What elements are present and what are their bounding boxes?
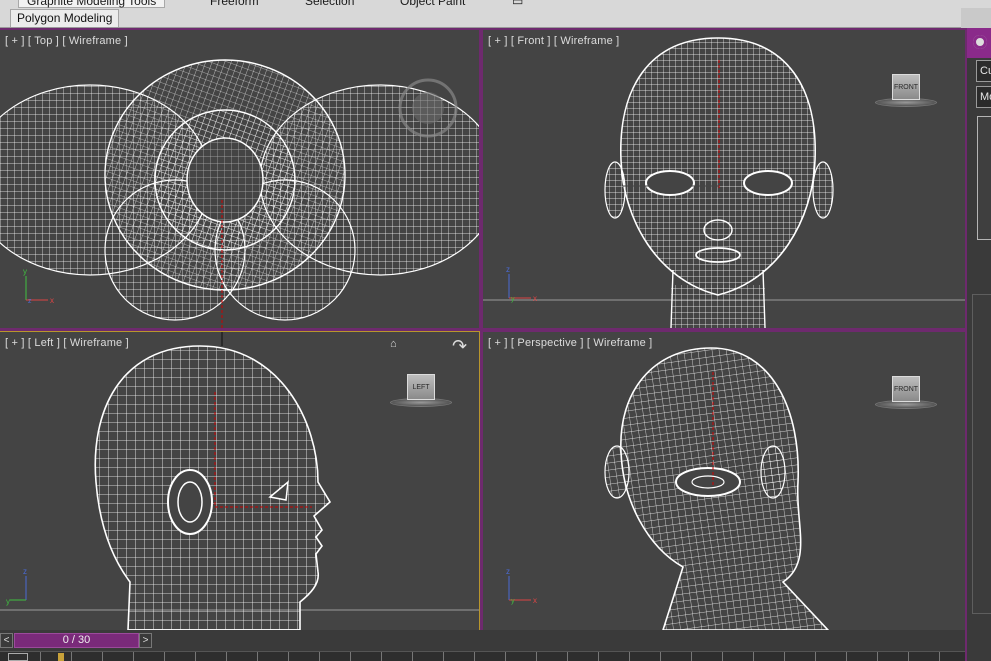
viewport-layout: [ + ] [ Top ] [ Wireframe ] y x z [+] … (0, 28, 965, 631)
parameters-rollout[interactable] (972, 294, 991, 614)
viewport-perspective-label[interactable]: [ + ] [ Perspective ] [ Wireframe ] (488, 337, 652, 349)
svg-text:y: y (23, 268, 27, 276)
track-bar-ticks (40, 652, 965, 661)
svg-text:z: z (506, 266, 510, 274)
axis-tripod-left: z y (6, 568, 27, 606)
viewcube-face[interactable]: FRONT (892, 74, 920, 100)
curve-editor-icon[interactable] (8, 653, 28, 661)
viewcube-face[interactable]: LEFT (407, 374, 435, 400)
tab-graphite-modeling-tools[interactable]: Graphite Modeling Tools (18, 0, 166, 8)
viewcube-face[interactable]: FRONT (892, 376, 920, 402)
home-icon[interactable]: ⌂ (390, 338, 397, 350)
svg-text:z: z (23, 568, 27, 576)
viewport-top[interactable]: [ + ] [ Top ] [ Wireframe ] y x z (0, 30, 479, 328)
time-slider-bar: < 0 / 30 > (0, 630, 965, 651)
command-panel: Cu Mo (965, 28, 991, 661)
gear-icon[interactable] (973, 35, 987, 49)
svg-text:y: y (511, 296, 515, 303)
time-slider[interactable]: 0 / 30 (14, 633, 139, 648)
axis-tripod-perspective: z x y (506, 568, 537, 605)
svg-text:y: y (6, 597, 10, 606)
viewport-perspective[interactable]: [ + ] [ Perspective ] [ Wireframe ] FRON… (483, 332, 965, 630)
viewport-left[interactable]: [ + ] [ Left ] [ Wireframe ] ⌂ ↷ LEFT z … (0, 331, 480, 631)
command-panel-field-1[interactable]: Cu (976, 60, 991, 82)
svg-text:z: z (28, 298, 32, 305)
ribbon-tabs: Graphite Modeling Tools Freeform Selecti… (0, 0, 991, 8)
viewcube-perspective[interactable]: FRONT (875, 372, 937, 412)
viewcube-left[interactable]: LEFT (390, 370, 452, 410)
track-bar[interactable] (0, 651, 965, 661)
time-slider-track-empty (155, 633, 965, 648)
polygon-modeling-panel[interactable]: Polygon Modeling (10, 9, 120, 27)
top-wireframe-mesh (0, 59, 479, 328)
svg-text:x: x (533, 294, 537, 303)
svg-text:y: y (511, 598, 515, 605)
command-panel-tabs[interactable] (967, 28, 991, 58)
viewport-front-label[interactable]: [ + ] [ Front ] [ Wireframe ] (488, 35, 619, 47)
ribbon-tab-menu-icon[interactable]: ▭ (512, 0, 523, 8)
orbit-arrow-icon[interactable]: ↷ (452, 336, 467, 357)
viewcube-front[interactable]: FRONT (875, 70, 937, 110)
ribbon: Graphite Modeling Tools Freeform Selecti… (0, 0, 991, 28)
tab-selection[interactable]: Selection (305, 0, 354, 8)
axis-tripod-front: z x y (506, 266, 537, 303)
axis-tripod-top: y x z (23, 268, 54, 305)
current-frame-marker[interactable] (58, 653, 64, 661)
tab-object-paint[interactable]: Object Paint (400, 0, 465, 8)
viewport-top-label[interactable]: [ + ] [ Top ] [ Wireframe ] (5, 35, 128, 47)
svg-text:x: x (50, 296, 54, 305)
tab-freeform[interactable]: Freeform (210, 0, 259, 8)
svg-text:x: x (533, 596, 537, 605)
modifier-stack-list[interactable] (977, 116, 991, 240)
svg-text:z: z (506, 568, 510, 576)
ribbon-right-edge (961, 8, 991, 28)
time-slider-prev-button[interactable]: < (0, 633, 13, 648)
viewport-front[interactable]: [ + ] [ Front ] [ Wireframe ] FRONT z x … (483, 30, 965, 328)
time-slider-next-button[interactable]: > (139, 633, 152, 648)
viewport-left-label[interactable]: [ + ] [ Left ] [ Wireframe ] (5, 337, 129, 349)
command-panel-field-2[interactable]: Mo (976, 86, 991, 108)
